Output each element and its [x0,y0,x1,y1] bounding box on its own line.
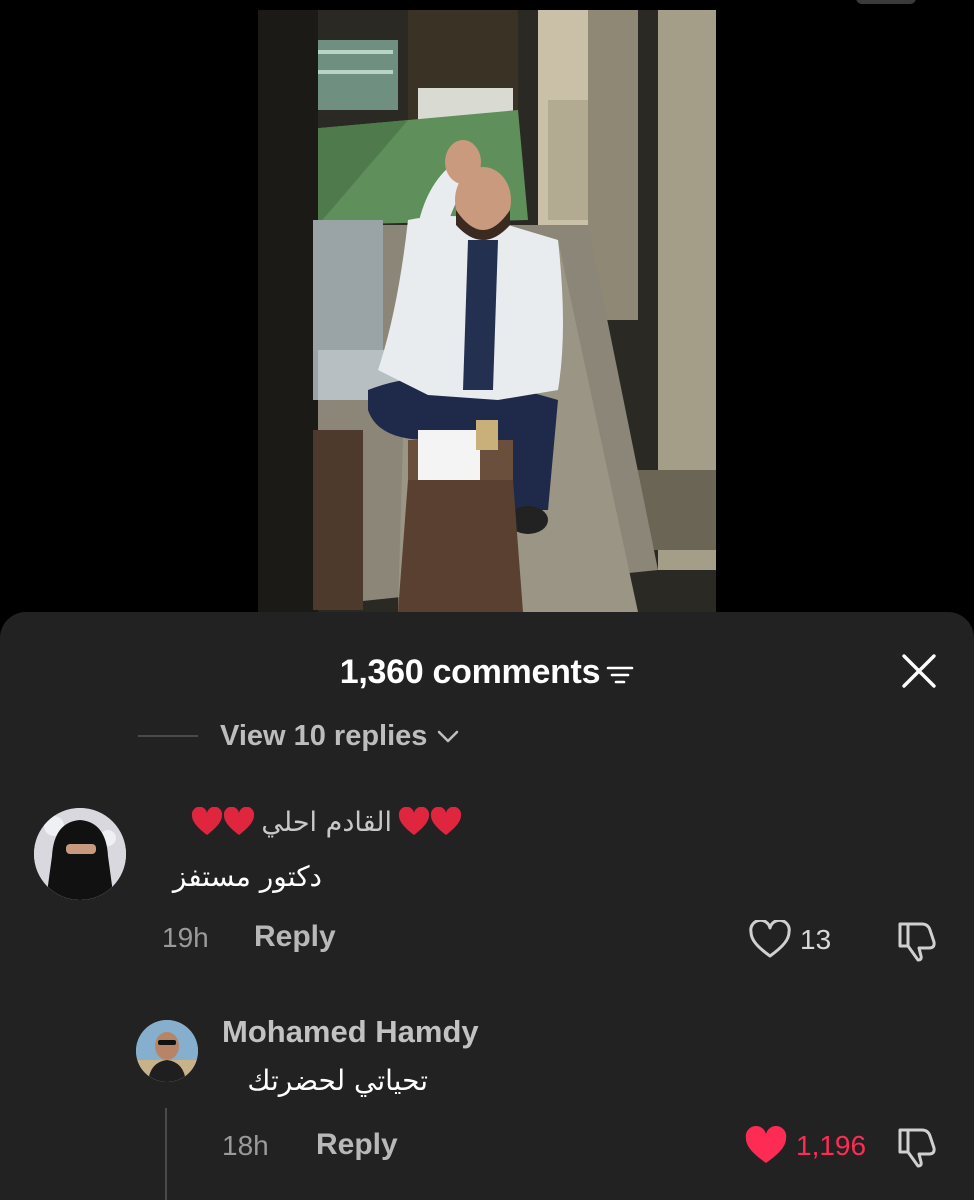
heart-emoji-icon [224,807,255,835]
avatar[interactable] [34,808,126,900]
comment-username-text: القادم احلي [261,806,392,838]
video-scene [258,10,716,612]
dislike-icon[interactable] [892,1124,940,1168]
comments-count-title: 1,360 comments [339,652,601,691]
comment-time: 18h [222,1130,269,1161]
heart-emoji-icon [192,807,223,835]
comment-username[interactable]: Mohamed Hamdy [222,1014,479,1050]
reply-thread-line [165,1108,167,1200]
video-frame[interactable] [258,10,716,612]
view-replies-button[interactable]: View 10 replies [138,716,461,756]
comment-text: تحياتي لحضرتك [247,1064,428,1097]
status-pill [856,0,916,4]
avatar[interactable] [136,1020,198,1082]
dislike-icon[interactable] [892,918,940,962]
heart-emoji-icon [398,807,430,835]
heart-filled-icon[interactable] [744,1126,788,1166]
sort-lines-icon[interactable] [606,663,634,687]
chevron-down-icon [438,730,459,743]
thread-divider [138,735,198,737]
close-icon[interactable] [898,650,940,692]
video-area[interactable] [0,0,974,612]
reply-button[interactable]: Reply [316,1128,398,1162]
comment-text: دكتور مستفز [172,860,322,893]
view-replies-label: View 10 replies [220,719,428,752]
heart-emoji-icon [430,807,462,835]
comments-sheet: 1,360 comments View 10 replies القادم اح… [0,612,974,1200]
comment-username[interactable]: القادم احلي [162,800,462,844]
comments-header: 1,360 comments [0,652,974,692]
like-count: 1,196 [796,1130,867,1161]
comment-time: 19h [162,922,209,953]
like-count: 13 [800,924,832,955]
reply-button[interactable]: Reply [254,920,336,954]
heart-outline-icon[interactable] [748,920,792,960]
